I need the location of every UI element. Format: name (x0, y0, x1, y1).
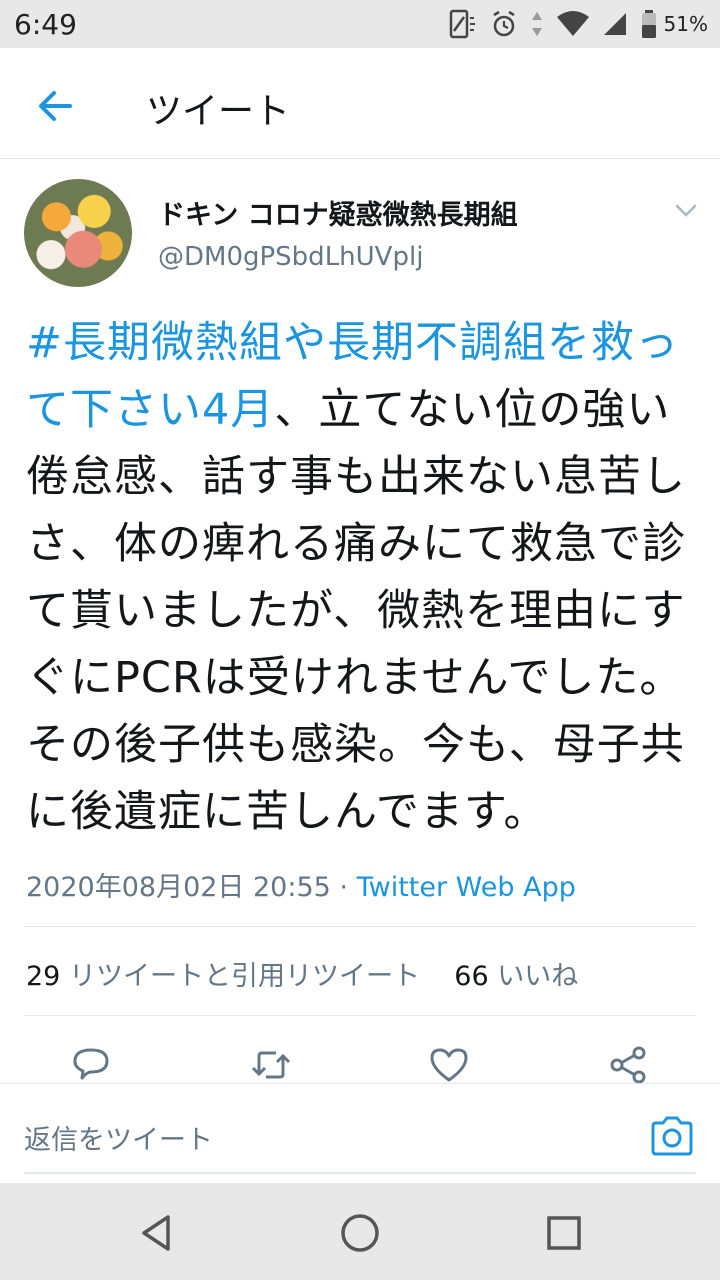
camera-button[interactable] (648, 1114, 696, 1158)
nfc-icon (449, 9, 475, 39)
retweets-label: リツイートと引用リツイート (68, 961, 420, 992)
author-name[interactable]: ドキン コロナ疑惑微熱長期組 (158, 193, 518, 232)
divider (24, 926, 696, 927)
author-handle[interactable]: @DM0gPSbdLhUVplj (158, 242, 423, 272)
back-triangle-icon (142, 1215, 170, 1251)
battery-percent: 51% (663, 12, 708, 36)
tweet-timestamp: 2020年08月02日 20:55 (26, 872, 331, 903)
reply-button[interactable] (70, 1044, 112, 1084)
data-arrows-icon (531, 12, 542, 36)
nav-back-button[interactable] (136, 1211, 180, 1255)
reply-icon (73, 1048, 109, 1080)
alarm-icon (492, 10, 515, 37)
status-bar: 6:49 51% (0, 0, 720, 48)
page-title: ツイート (146, 91, 291, 132)
back-button[interactable] (28, 78, 84, 134)
nav-recents-button[interactable] (542, 1211, 586, 1255)
signal-icon (603, 13, 626, 35)
reply-composer: 返信をツイート (0, 1083, 720, 1182)
system-nav-bar (0, 1183, 720, 1280)
reply-underline (24, 1172, 696, 1174)
status-time: 6:49 (14, 8, 77, 41)
retweet-button[interactable] (250, 1044, 292, 1084)
source-app-link[interactable]: Twitter Web App (357, 872, 576, 903)
tweet-meta: 2020年08月02日 20:55 · Twitter Web App (26, 865, 576, 904)
app-header: ツイート (0, 48, 720, 159)
meta-separator: · (339, 872, 349, 903)
recents-square-icon (547, 1216, 581, 1250)
likes-count: 66 (454, 961, 489, 992)
reply-input[interactable]: 返信をツイート (24, 1118, 213, 1157)
tweet-text: #長期微熱組や長期不調組を救って下さい4月、立てない位の強い倦怠感、話す事も出来… (26, 310, 698, 846)
avatar[interactable] (24, 179, 132, 287)
divider (24, 1015, 696, 1016)
tweet-body: 、立てない位の強い倦怠感、話す事も出来ない息苦しさ、体の痺れる痛みにて救急で診て… (26, 385, 686, 837)
status-icons: 51% (448, 8, 708, 40)
retweets-count: 29 (26, 961, 61, 992)
tweet-menu-button[interactable] (672, 196, 700, 224)
wifi-icon (556, 11, 589, 36)
retweet-icon (251, 1051, 291, 1079)
tweet-actions (0, 1036, 720, 1084)
home-circle-icon (341, 1214, 379, 1252)
share-icon (610, 1046, 646, 1084)
like-button[interactable] (428, 1044, 470, 1084)
chevron-down-icon (675, 204, 697, 217)
battery-icon (641, 10, 656, 38)
tweet-stats: 29 リツイートと引用リツイート 66 いいね (26, 954, 578, 993)
camera-icon (651, 1116, 693, 1156)
retweets-stat[interactable]: 29 リツイートと引用リツイート (26, 961, 420, 992)
share-button[interactable] (608, 1044, 650, 1084)
arrow-left-icon (39, 91, 72, 121)
like-icon (430, 1048, 468, 1082)
likes-label: いいね (497, 961, 579, 992)
nav-home-button[interactable] (338, 1211, 382, 1255)
likes-stat[interactable]: 66 いいね (454, 961, 578, 992)
